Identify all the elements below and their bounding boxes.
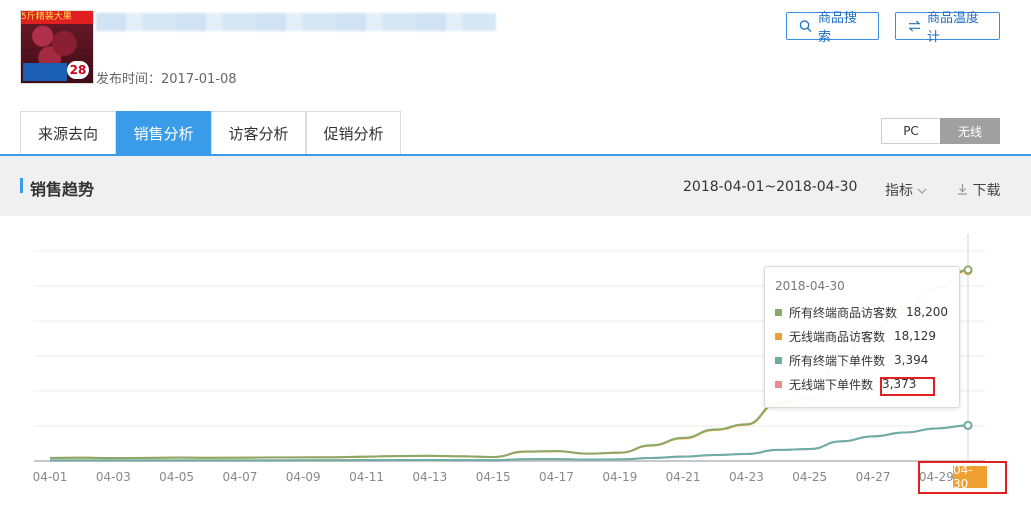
- tooltip-row-value: 3,394: [894, 353, 929, 367]
- product-title-blurred: [96, 13, 496, 31]
- x-tick-label: 04-15: [476, 470, 511, 484]
- x-tick-label: 04-01: [33, 470, 68, 484]
- series-end-point: [963, 265, 973, 275]
- x-tick-label: 04-03: [96, 470, 131, 484]
- section-header-bar: [0, 156, 1031, 216]
- product-thumbnail[interactable]: 5斤精装大果 28: [20, 10, 94, 84]
- tooltip-row: 无线端商品访客数 18,129: [775, 324, 949, 348]
- thumbnail-price-badge: 28: [67, 61, 89, 79]
- tooltip-row: 所有终端商品访客数 18,200: [775, 300, 949, 324]
- x-tick-label: 04-17: [539, 470, 574, 484]
- x-tick-label: 04-23: [729, 470, 764, 484]
- tooltip-row-label: 所有终端商品访客数: [789, 305, 898, 320]
- tooltip-row-value: 18,129: [894, 329, 937, 343]
- section-title: 销售趋势: [30, 180, 95, 199]
- device-wireless-button[interactable]: 无线: [940, 118, 1000, 144]
- metric-label: 指标: [885, 183, 913, 199]
- publish-date-value: 2017-01-08: [161, 72, 237, 87]
- tooltip-row: 所有终端下单件数 3,394: [775, 348, 949, 372]
- download-icon: [958, 184, 967, 195]
- x-tick-label: 04-11: [349, 470, 384, 484]
- thumbnail-banner: 5斤精装大果: [21, 11, 93, 24]
- device-pc-button[interactable]: PC: [881, 118, 941, 144]
- product-thermometer-button[interactable]: 商品温度计: [895, 11, 1000, 45]
- search-icon: [799, 20, 812, 33]
- x-tick-label: 04-07: [222, 470, 257, 484]
- section-accent: [20, 178, 23, 193]
- swap-arrows-icon: [908, 20, 921, 32]
- tooltip-row-value: 18,200: [906, 305, 949, 319]
- date-range-picker[interactable]: 2018-04-01~2018-04-30: [683, 179, 857, 195]
- tab-source[interactable]: 来源去向: [20, 111, 116, 154]
- tab-visitor-analysis[interactable]: 访客分析: [211, 111, 306, 154]
- product-thermometer-label: 商品温度计: [926, 11, 979, 45]
- legend-swatch: [775, 380, 782, 388]
- publish-date: 发布时间：2017-01-08: [96, 68, 237, 87]
- tooltip-date: 2018-04-30: [775, 279, 845, 293]
- product-search-button[interactable]: 商品搜索: [786, 11, 879, 45]
- thumbnail-promo-block: [23, 63, 67, 81]
- x-tick-label: 04-13: [412, 470, 447, 484]
- tooltip-row-label: 无线端商品访客数: [789, 329, 886, 344]
- product-search-label: 商品搜索: [817, 11, 857, 45]
- annotation-box-tooltip-value: [880, 377, 935, 396]
- x-tick-label: 04-05: [159, 470, 194, 484]
- x-axis-ticks: 04-01 04-03 04-05 04-07 04-09 04-11 04-13 04-15…: [33, 470, 954, 484]
- x-tick-label: 04-21: [666, 470, 701, 484]
- legend-swatch: [775, 356, 782, 364]
- x-tick-label: 04-27: [856, 470, 891, 484]
- annotation-box-x-end: [918, 461, 1007, 494]
- legend-swatch: [775, 308, 782, 316]
- metric-dropdown[interactable]: 指标: [885, 180, 927, 200]
- tooltip-row-label: 所有终端下单件数: [789, 353, 886, 368]
- x-tick-label: 04-09: [286, 470, 321, 484]
- publish-date-label: 发布时间：: [96, 72, 162, 87]
- tooltip-row-label: 无线端下单件数: [789, 377, 874, 392]
- x-tick-label: 04-25: [792, 470, 827, 484]
- tab-sales-analysis[interactable]: 销售分析: [116, 111, 211, 154]
- series-end-point: [963, 420, 973, 430]
- x-tick-label: 04-19: [602, 470, 637, 484]
- download-button[interactable]: 下载: [957, 180, 1000, 200]
- legend-swatch: [775, 332, 782, 340]
- tab-promo-analysis[interactable]: 促销分析: [306, 111, 401, 154]
- chevron-down-icon: [918, 188, 927, 194]
- download-label: 下载: [972, 183, 1001, 199]
